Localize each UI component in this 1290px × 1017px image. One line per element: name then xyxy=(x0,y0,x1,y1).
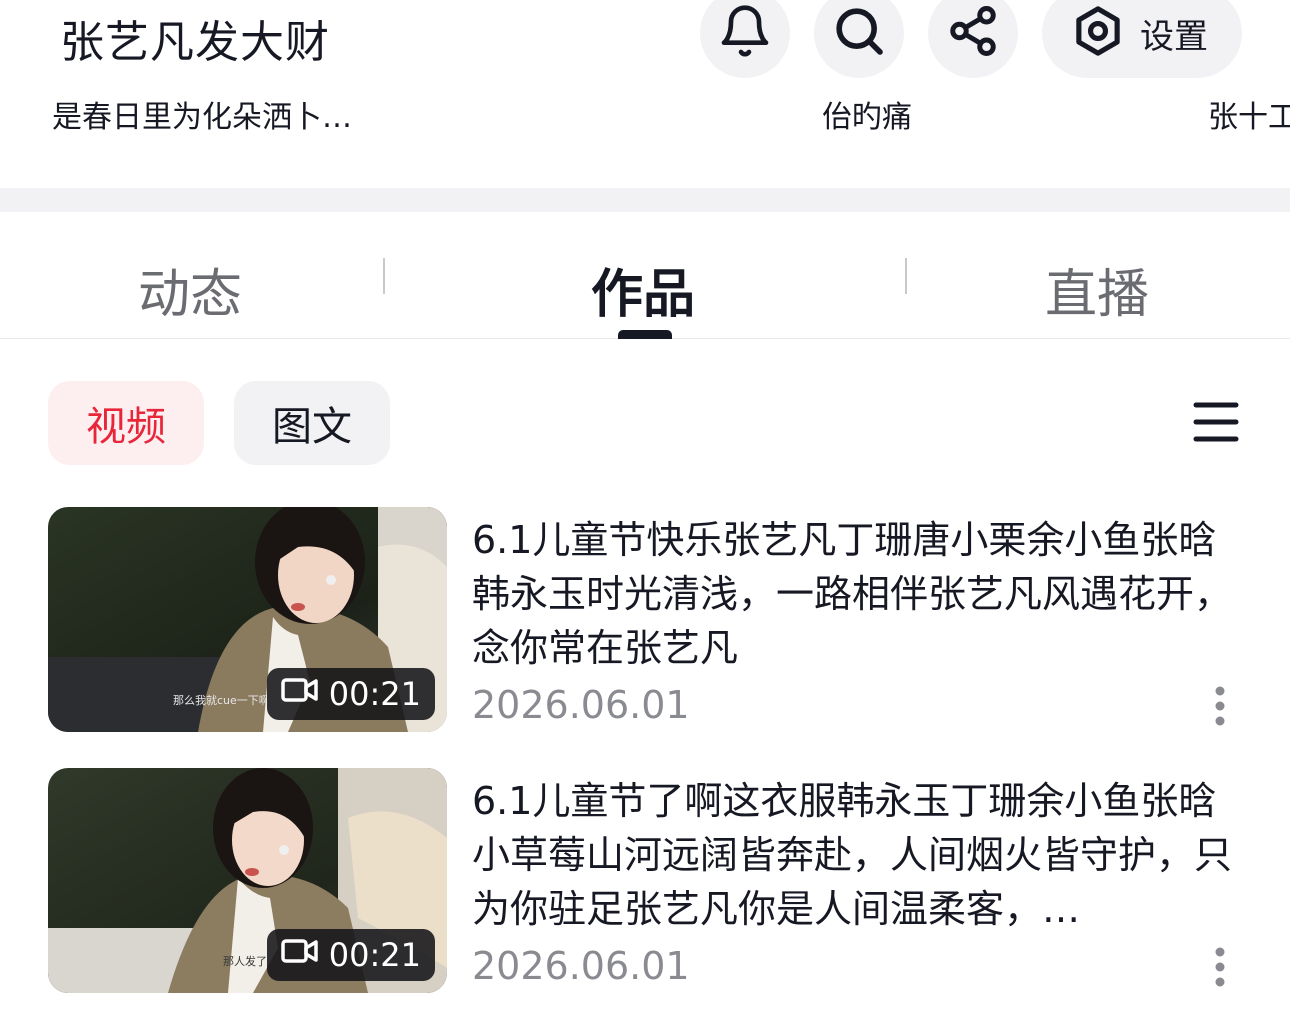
video-thumbnail[interactable]: 那人发了 00:21 xyxy=(48,768,447,993)
active-tab-indicator xyxy=(618,330,672,339)
profile-name: 张艺凡发大财 xyxy=(60,17,330,68)
tab-separator xyxy=(905,258,907,294)
video-title[interactable]: 6.1儿童节快乐张艺凡丁珊唐小栗余小鱼张晗韩永玉时光清浅，一路相伴张艺凡风遇花开… xyxy=(472,513,1242,675)
tab-dynamics[interactable]: 动态 xyxy=(138,252,242,327)
filter-image-text-chip[interactable]: 图文 xyxy=(234,381,390,465)
thumbnail-subtitle: 那人发了 xyxy=(223,954,267,968)
profile-info-item[interactable]: 佁旳痛 xyxy=(822,92,912,136)
more-vertical-icon xyxy=(1214,686,1226,730)
share-icon xyxy=(946,4,1000,62)
video-duration-badge: 00:21 xyxy=(266,668,435,720)
video-title[interactable]: 6.1儿童节了啊这衣服韩永玉丁珊余小鱼张晗小草莓山河远阔皆奔赴，人间烟火皆守护，… xyxy=(472,774,1242,936)
tab-live[interactable]: 直播 xyxy=(1045,252,1149,327)
content-tabs: 动态 作品 直播 xyxy=(0,212,1290,339)
video-more-button[interactable] xyxy=(1200,685,1240,731)
video-list-item[interactable]: 那人发了 00:21 6.1儿童节了啊这衣服韩永玉丁珊余小鱼张晗小草莓山河远阔皆… xyxy=(0,768,1290,998)
notification-button[interactable] xyxy=(700,0,790,78)
sort-menu-button[interactable] xyxy=(1188,396,1244,452)
bell-icon xyxy=(717,3,773,63)
video-duration: 00:21 xyxy=(328,936,421,974)
video-more-button[interactable] xyxy=(1200,946,1240,992)
tab-separator xyxy=(383,258,385,294)
settings-icon xyxy=(1070,3,1126,63)
share-button[interactable] xyxy=(928,0,1018,78)
sort-menu-icon xyxy=(1193,401,1239,447)
thumbnail-subtitle: 那么我就cue一下啊 xyxy=(173,693,270,707)
settings-label: 设置 xyxy=(1140,16,1208,57)
section-divider xyxy=(0,188,1290,212)
more-vertical-icon xyxy=(1214,947,1226,991)
video-list-item[interactable]: 那么我就cue一下啊 00:21 6.1儿童节快乐张艺凡丁珊唐小栗余小鱼张晗韩永… xyxy=(0,507,1290,737)
tab-works[interactable]: 作品 xyxy=(591,252,695,327)
filter-video-chip[interactable]: 视频 xyxy=(48,381,204,465)
video-camera-icon xyxy=(281,936,319,974)
video-date: 2026.06.01 xyxy=(472,944,690,988)
settings-button[interactable]: 设置 xyxy=(1042,0,1242,78)
search-button[interactable] xyxy=(814,0,904,78)
profile-info-item[interactable]: 是春日里为化朵洒卜… xyxy=(52,92,352,136)
video-camera-icon xyxy=(281,675,319,713)
search-icon xyxy=(831,3,887,63)
profile-info-item[interactable]: 张十工 xyxy=(1208,92,1290,136)
video-date: 2026.06.01 xyxy=(472,683,690,727)
video-thumbnail[interactable]: 那么我就cue一下啊 00:21 xyxy=(48,507,447,732)
profile-header: 张艺凡发大财 设置 是春日里为化朵洒卜… 佁旳痛 张十工 xyxy=(0,0,1290,188)
video-duration: 00:21 xyxy=(328,675,421,713)
video-duration-badge: 00:21 xyxy=(266,929,435,981)
